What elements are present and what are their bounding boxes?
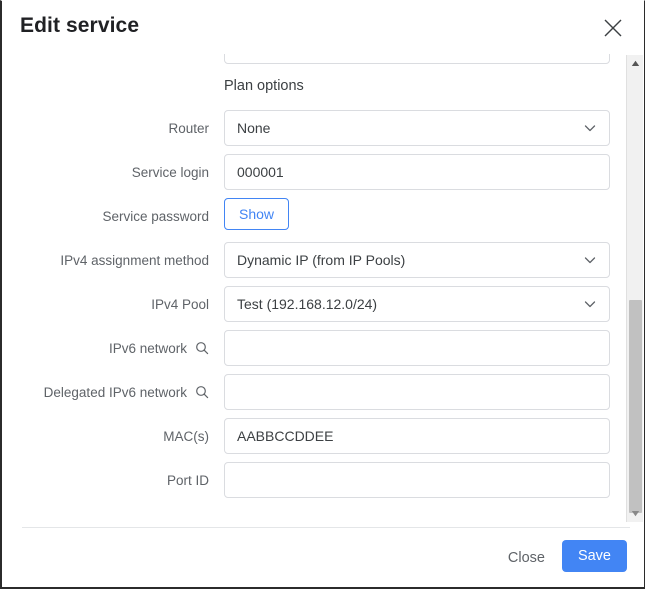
field-row-service-password: Service password Show <box>2 198 630 234</box>
ipv6-network-input[interactable] <box>224 330 610 366</box>
scroll-up-arrow-icon[interactable] <box>627 55 643 72</box>
field-row-ipv4-pool: IPv4 Pool Test (192.168.12.0/24) <box>2 286 630 322</box>
dialog-scroll-body: Plan options Router None Service login 0… <box>2 54 644 528</box>
field-control-port-id <box>224 462 610 498</box>
field-control-service-login <box>224 154 610 190</box>
field-row-service-login: Service login <box>2 154 630 190</box>
select-value: Dynamic IP (from IP Pools) <box>237 252 406 268</box>
port-id-input[interactable] <box>224 462 610 498</box>
search-icon[interactable] <box>194 341 209 356</box>
page-title: Edit service <box>20 14 140 37</box>
clipped-field-above <box>224 54 610 64</box>
field-label-ipv4-pool: IPv4 Pool <box>2 297 209 312</box>
delegated-ipv6-network-input[interactable] <box>224 374 610 410</box>
label-text: Port ID <box>166 472 209 488</box>
label-text: Router <box>168 120 209 136</box>
field-label-delegated-ipv6-network: Delegated IPv6 network <box>2 385 209 400</box>
close-icon[interactable] <box>599 14 627 42</box>
field-label-port-id: Port ID <box>2 473 209 488</box>
select-value: Test (192.168.12.0/24) <box>237 296 378 312</box>
field-label-router: Router <box>2 121 209 136</box>
label-text: IPv4 Pool <box>151 296 209 312</box>
label-text: Service login <box>131 164 209 180</box>
section-heading-plan-options: Plan options <box>224 78 304 94</box>
footer-divider <box>22 527 630 528</box>
scrollbar-thumb[interactable] <box>629 300 642 513</box>
service-login-input[interactable] <box>224 154 610 190</box>
select-router[interactable]: None <box>224 110 610 146</box>
select-ipv4-assignment-method[interactable]: Dynamic IP (from IP Pools) <box>224 242 610 278</box>
field-label-service-login: Service login <box>2 165 209 180</box>
label-text: MAC(s) <box>163 428 209 444</box>
macs-input[interactable] <box>224 418 610 454</box>
chevron-down-icon <box>581 251 599 269</box>
dialog-footer: Close Save <box>2 527 644 587</box>
field-label-service-password: Service password <box>2 209 209 224</box>
field-control-router: None <box>224 110 610 146</box>
label-text: IPv6 network <box>108 340 187 356</box>
field-control-ipv4-assignment-method: Dynamic IP (from IP Pools) <box>224 242 610 278</box>
field-row-ipv6-network: IPv6 network <box>2 330 630 366</box>
dialog-header: Edit service <box>2 1 644 54</box>
field-control-ipv4-pool: Test (192.168.12.0/24) <box>224 286 610 322</box>
chevron-down-icon <box>581 119 599 137</box>
select-value: None <box>237 120 271 136</box>
search-icon[interactable] <box>194 385 209 400</box>
field-row-router: Router None <box>2 110 630 146</box>
chevron-down-icon <box>581 295 599 313</box>
field-control-ipv6-network <box>224 330 610 366</box>
field-control-delegated-ipv6-network <box>224 374 610 410</box>
label-text: Delegated IPv6 network <box>43 384 187 400</box>
vertical-scrollbar[interactable] <box>626 55 643 522</box>
save-button[interactable]: Save <box>561 540 627 572</box>
scroll-down-arrow-icon[interactable] <box>627 505 643 522</box>
edit-service-dialog: Edit service Plan options Router None Se… <box>0 0 645 589</box>
close-button[interactable]: Close <box>500 544 553 572</box>
field-row-delegated-ipv6-network: Delegated IPv6 network <box>2 374 630 410</box>
field-label-macs: MAC(s) <box>2 429 209 444</box>
label-text: IPv4 assignment method <box>60 252 209 268</box>
field-control-macs <box>224 418 610 454</box>
field-label-ipv4-assignment-method: IPv4 assignment method <box>2 253 209 268</box>
field-row-ipv4-assignment-method: IPv4 assignment method Dynamic IP (from … <box>2 242 630 278</box>
label-text: Service password <box>102 208 209 224</box>
field-label-ipv6-network: IPv6 network <box>2 341 209 356</box>
show-password-button[interactable]: Show <box>224 198 290 230</box>
field-control-service-password: Show <box>224 198 610 234</box>
field-row-macs: MAC(s) <box>2 418 630 454</box>
select-ipv4-pool[interactable]: Test (192.168.12.0/24) <box>224 286 610 322</box>
field-row-port-id: Port ID <box>2 462 630 498</box>
